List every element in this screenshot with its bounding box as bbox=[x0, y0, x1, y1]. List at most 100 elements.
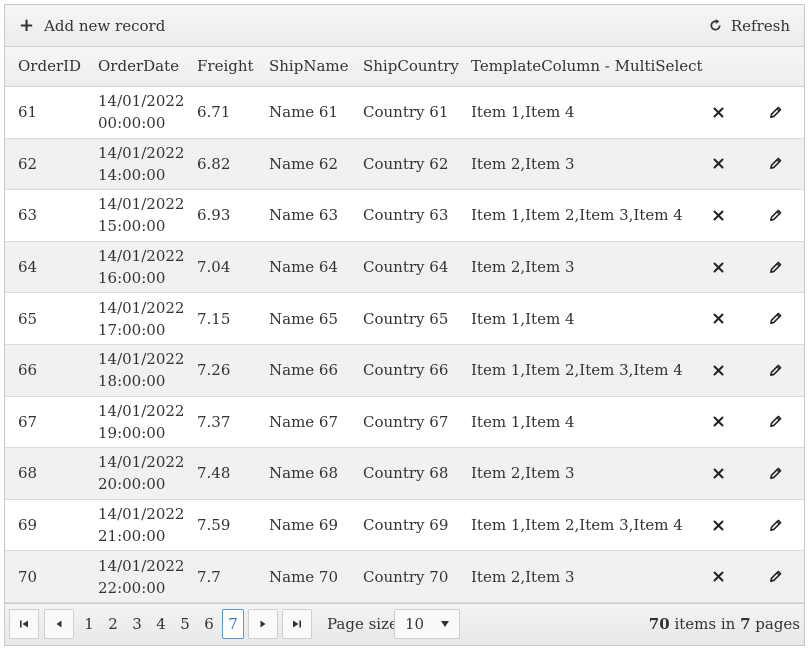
cell-orderdate: 14/01/2022 20:00:00 bbox=[98, 448, 184, 499]
delete-row-button[interactable] bbox=[708, 397, 728, 448]
cell-shipname: Name 69 bbox=[269, 516, 339, 535]
cell-orderdate-time: 17:00:00 bbox=[98, 320, 166, 339]
cell-freight: 7.7 bbox=[197, 567, 221, 586]
cell-templatecolumn: Item 2,Item 3 bbox=[471, 464, 575, 483]
page-size-dropdown[interactable]: 10 bbox=[394, 609, 460, 639]
pencil-icon bbox=[768, 208, 783, 223]
close-icon bbox=[713, 313, 724, 324]
edit-row-button[interactable] bbox=[764, 190, 786, 241]
table-row[interactable]: 67 14/01/2022 19:00:00 7.37 Name 67 Country 6… bbox=[5, 397, 804, 449]
cell-orderdate: 14/01/2022 19:00:00 bbox=[98, 397, 184, 448]
table-row[interactable]: 65 14/01/2022 17:00:00 7.15 Name 65 Country 6… bbox=[5, 293, 804, 345]
cell-orderdate-date: 14/01/2022 bbox=[98, 143, 185, 162]
page-link[interactable]: 6 bbox=[199, 609, 219, 639]
cell-shipcountry: Country 67 bbox=[363, 412, 449, 431]
table-row[interactable]: 68 14/01/2022 20:00:00 7.48 Name 68 Country 6… bbox=[5, 448, 804, 500]
close-icon bbox=[713, 365, 724, 376]
edit-row-button[interactable] bbox=[764, 500, 786, 551]
delete-row-button[interactable] bbox=[708, 345, 728, 396]
pager-info: 70 items in 7 pages bbox=[649, 609, 800, 639]
delete-row-button[interactable] bbox=[708, 87, 728, 138]
pager-total-items: 70 bbox=[648, 615, 670, 633]
page-link[interactable]: 2 bbox=[103, 609, 123, 639]
cell-freight: 7.04 bbox=[197, 258, 231, 277]
edit-row-button[interactable] bbox=[764, 242, 786, 293]
delete-row-button[interactable] bbox=[708, 500, 728, 551]
page-link[interactable]: 3 bbox=[127, 609, 147, 639]
delete-row-button[interactable] bbox=[708, 242, 728, 293]
pencil-icon bbox=[768, 363, 783, 378]
last-page-button[interactable] bbox=[282, 609, 312, 639]
cell-orderdate: 14/01/2022 15:00:00 bbox=[98, 190, 184, 241]
cell-shipname: Name 65 bbox=[269, 309, 339, 328]
cell-freight: 6.82 bbox=[197, 154, 231, 173]
table-row[interactable]: 64 14/01/2022 16:00:00 7.04 Name 64 Country 6… bbox=[5, 241, 804, 294]
pencil-icon bbox=[768, 466, 783, 481]
cell-templatecolumn: Item 2,Item 3 bbox=[471, 258, 575, 277]
edit-row-button[interactable] bbox=[764, 293, 786, 344]
close-icon bbox=[713, 520, 724, 531]
next-page-button[interactable] bbox=[248, 609, 278, 639]
add-new-record-button[interactable]: + Add new record bbox=[19, 5, 165, 46]
column-header-templatecolumn[interactable]: TemplateColumn - MultiSelect bbox=[471, 47, 703, 86]
cell-shipcountry: Country 66 bbox=[363, 361, 449, 380]
delete-row-button[interactable] bbox=[708, 551, 728, 602]
delete-row-button[interactable] bbox=[708, 139, 728, 190]
column-header-orderid[interactable]: OrderID bbox=[18, 47, 81, 86]
edit-row-button[interactable] bbox=[764, 345, 786, 396]
column-header-freight[interactable]: Freight bbox=[197, 47, 254, 86]
refresh-icon bbox=[709, 19, 722, 32]
page-link[interactable]: 1 bbox=[79, 609, 99, 639]
cell-orderid: 63 bbox=[18, 206, 38, 225]
table-row[interactable]: 66 14/01/2022 18:00:00 7.26 Name 66 Country 6… bbox=[5, 344, 804, 397]
cell-orderdate-time: 15:00:00 bbox=[98, 217, 166, 236]
edit-row-button[interactable] bbox=[764, 551, 786, 602]
table-row[interactable]: 70 14/01/2022 22:00:00 7.7 Name 70 Country 70… bbox=[5, 551, 804, 603]
pencil-icon bbox=[768, 518, 783, 533]
column-header-orderdate[interactable]: OrderDate bbox=[98, 47, 179, 86]
column-header-shipcountry[interactable]: ShipCountry bbox=[363, 47, 459, 86]
cell-shipcountry: Country 69 bbox=[363, 516, 449, 535]
cell-orderid: 69 bbox=[18, 516, 38, 535]
cell-orderdate-time: 22:00:00 bbox=[98, 578, 166, 597]
edit-row-button[interactable] bbox=[764, 139, 786, 190]
page-link[interactable]: 5 bbox=[175, 609, 195, 639]
refresh-label: Refresh bbox=[730, 16, 790, 35]
table-row[interactable]: 69 14/01/2022 21:00:00 7.59 Name 69 Country 6… bbox=[5, 500, 804, 552]
grid-pager: 1234567 Page size: 10 70 items in 7 page… bbox=[5, 603, 804, 645]
cell-orderdate: 14/01/2022 22:00:00 bbox=[98, 551, 184, 602]
table-row[interactable]: 61 14/01/2022 00:00:00 6.71 Name 61 Country 6… bbox=[5, 87, 804, 139]
pencil-icon bbox=[768, 156, 783, 171]
table-row[interactable]: 62 14/01/2022 14:00:00 6.82 Name 62 Country 6… bbox=[5, 138, 804, 191]
edit-row-button[interactable] bbox=[764, 87, 786, 138]
data-grid: + Add new record Refresh OrderID OrderDa… bbox=[4, 4, 805, 646]
cell-shipcountry: Country 65 bbox=[363, 309, 449, 328]
cell-shipcountry: Country 62 bbox=[363, 154, 449, 173]
column-header-shipname[interactable]: ShipName bbox=[269, 47, 349, 86]
cell-orderdate: 14/01/2022 14:00:00 bbox=[98, 139, 184, 190]
delete-row-button[interactable] bbox=[708, 293, 728, 344]
previous-page-button[interactable] bbox=[44, 609, 74, 639]
cell-orderdate-time: 21:00:00 bbox=[98, 527, 166, 546]
cell-orderdate-time: 20:00:00 bbox=[98, 475, 166, 494]
refresh-button[interactable]: Refresh bbox=[709, 5, 790, 46]
pencil-icon bbox=[768, 260, 783, 275]
grid-header: OrderID OrderDate Freight ShipName ShipC… bbox=[5, 47, 804, 87]
cell-orderid: 67 bbox=[18, 412, 38, 431]
delete-row-button[interactable] bbox=[708, 190, 728, 241]
edit-row-button[interactable] bbox=[764, 448, 786, 499]
cell-templatecolumn: Item 1,Item 2,Item 3,Item 4 bbox=[471, 206, 683, 225]
cell-orderdate-time: 00:00:00 bbox=[98, 114, 166, 133]
table-row[interactable]: 63 14/01/2022 15:00:00 6.93 Name 63 Country 6… bbox=[5, 190, 804, 242]
page-link-current[interactable]: 7 bbox=[222, 609, 244, 639]
page-link[interactable]: 4 bbox=[151, 609, 171, 639]
cell-shipcountry: Country 68 bbox=[363, 464, 449, 483]
cell-orderid: 64 bbox=[18, 258, 38, 277]
delete-row-button[interactable] bbox=[708, 448, 728, 499]
first-page-button[interactable] bbox=[9, 609, 39, 639]
cell-templatecolumn: Item 2,Item 3 bbox=[471, 154, 575, 173]
cell-orderdate: 14/01/2022 00:00:00 bbox=[98, 87, 184, 138]
edit-row-button[interactable] bbox=[764, 397, 786, 448]
close-icon bbox=[713, 210, 724, 221]
cell-orderid: 68 bbox=[18, 464, 38, 483]
